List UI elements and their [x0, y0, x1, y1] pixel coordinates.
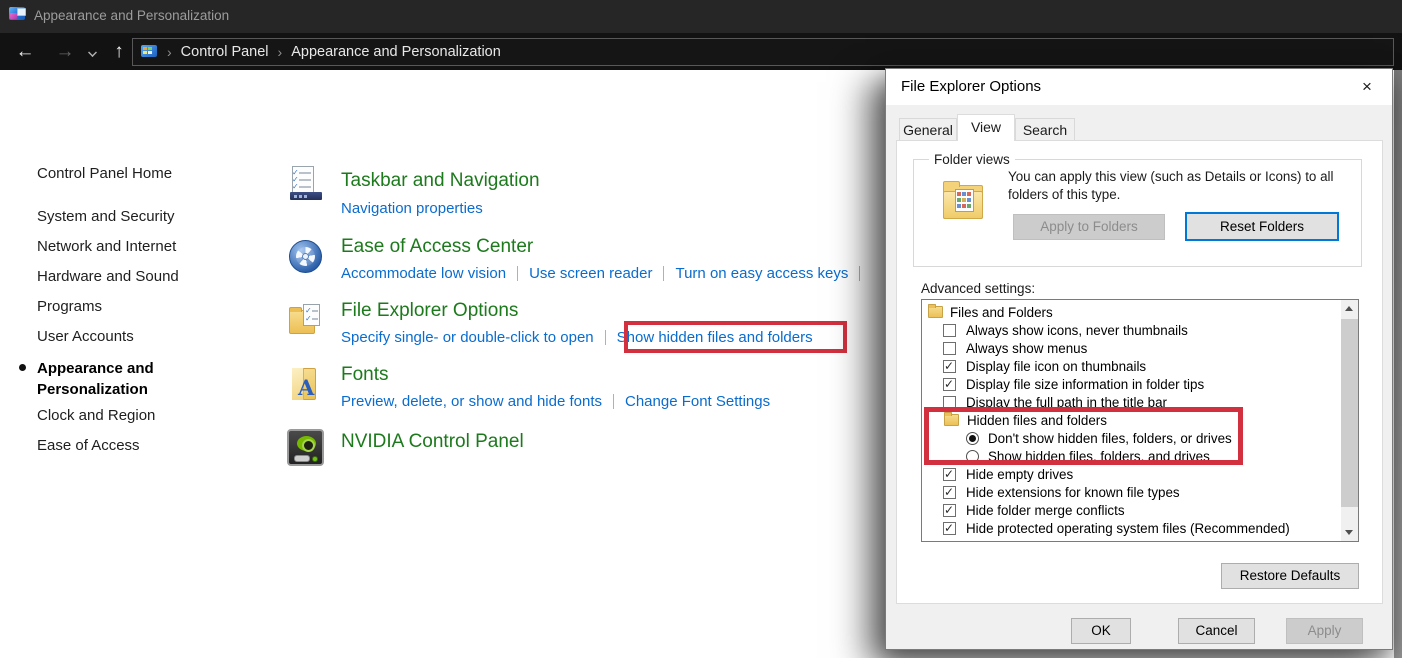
- link-divider: [517, 266, 518, 281]
- control-panel-icon: [141, 45, 158, 59]
- highlight-box-show-hidden-link: [624, 321, 847, 353]
- checkbox-checked[interactable]: ✓: [943, 378, 956, 391]
- ok-button[interactable]: OK: [1071, 618, 1131, 644]
- forward-icon[interactable]: →: [48, 33, 82, 70]
- list-item-display-file-size[interactable]: ✓ Display file size information in folde…: [922, 376, 1340, 394]
- scroll-down-icon[interactable]: [1341, 524, 1358, 541]
- sidebar-item-clock-and-region[interactable]: Clock and Region: [37, 407, 155, 424]
- list-scrollbar[interactable]: [1341, 300, 1358, 541]
- folder-views-label: Folder views: [929, 152, 1015, 167]
- tab-view[interactable]: View: [957, 114, 1015, 141]
- sidebar-item-network-and-internet[interactable]: Network and Internet: [37, 238, 176, 255]
- link-nvidia-control-panel[interactable]: NVIDIA Control Panel: [341, 431, 524, 453]
- link-taskbar-and-navigation[interactable]: Taskbar and Navigation: [341, 170, 540, 192]
- link-accommodate-low-vision[interactable]: Accommodate low vision: [341, 265, 506, 282]
- scroll-up-icon[interactable]: [1341, 300, 1358, 317]
- link-divider: [613, 394, 614, 409]
- tab-search[interactable]: Search: [1015, 118, 1075, 141]
- tab-general[interactable]: General: [899, 118, 957, 141]
- link-fonts[interactable]: Fonts: [341, 364, 389, 386]
- sidebar-item-appearance-and-personalization[interactable]: Appearance and Personalization: [37, 358, 187, 400]
- advanced-settings-label: Advanced settings:: [921, 281, 1035, 296]
- breadcrumb-separator: ›: [278, 44, 283, 60]
- window-titlebar: Appearance and Personalization: [0, 0, 1402, 33]
- sidebar-item-user-accounts[interactable]: User Accounts: [37, 328, 134, 345]
- apply-button[interactable]: Apply: [1286, 618, 1363, 644]
- link-ease-of-access-center[interactable]: Ease of Access Center: [341, 236, 533, 258]
- breadcrumb-current[interactable]: Appearance and Personalization: [291, 44, 501, 60]
- list-item-hide-folder-merge-conflicts[interactable]: ✓ Hide folder merge conflicts: [922, 502, 1340, 520]
- dialog-titlebar: File Explorer Options ×: [886, 69, 1392, 105]
- list-item-always-show-menus[interactable]: Always show menus: [922, 340, 1340, 358]
- link-turn-on-easy-access-keys[interactable]: Turn on easy access keys: [675, 265, 848, 282]
- highlight-box-hidden-files-section: [924, 407, 1243, 465]
- link-preview-delete-fonts[interactable]: Preview, delete, or show and hide fonts: [341, 393, 602, 410]
- breadcrumb-control-panel[interactable]: Control Panel: [181, 44, 269, 60]
- control-panel-window: Appearance and Personalization ← → ↑ › C…: [0, 0, 1402, 658]
- window-title: Appearance and Personalization: [34, 8, 229, 23]
- list-item-display-file-icon[interactable]: ✓ Display file icon on thumbnails: [922, 358, 1340, 376]
- checkbox-checked[interactable]: ✓: [943, 486, 956, 499]
- list-item-always-show-icons[interactable]: Always show icons, never thumbnails: [922, 322, 1340, 340]
- reset-folders-button[interactable]: Reset Folders: [1185, 212, 1339, 241]
- taskbar-icon: ✓ ✓ ✓: [290, 166, 322, 201]
- checkbox-checked[interactable]: ✓: [943, 360, 956, 373]
- checkbox-checked[interactable]: ✓: [943, 468, 956, 481]
- sidebar-item-ease-of-access[interactable]: Ease of Access: [37, 437, 140, 454]
- link-divider: [663, 266, 664, 281]
- link-navigation-properties[interactable]: Navigation properties: [341, 200, 483, 217]
- link-use-screen-reader[interactable]: Use screen reader: [529, 265, 652, 282]
- checkbox-checked[interactable]: ✓: [943, 504, 956, 517]
- sidebar-item-hardware-and-sound[interactable]: Hardware and Sound: [37, 268, 179, 285]
- fonts-icon: A: [290, 368, 322, 402]
- folder-views-description: You can apply this view (such as Details…: [1008, 168, 1360, 203]
- chevron-down-icon[interactable]: [88, 48, 97, 57]
- address-bar[interactable]: › Control Panel › Appearance and Persona…: [132, 38, 1394, 66]
- list-item-hide-extensions[interactable]: ✓ Hide extensions for known file types: [922, 484, 1340, 502]
- navigation-bar: ← → ↑ › Control Panel › Appearance and P…: [0, 33, 1402, 70]
- link-file-explorer-options[interactable]: File Explorer Options: [341, 300, 518, 322]
- sidebar-item-control-panel-home[interactable]: Control Panel Home: [37, 165, 172, 182]
- checkbox-unchecked[interactable]: [943, 342, 956, 355]
- file-explorer-options-icon: ✓ ✓: [289, 304, 322, 337]
- apply-to-folders-button[interactable]: Apply to Folders: [1013, 214, 1165, 240]
- breadcrumb-separator: ›: [167, 44, 172, 60]
- checkbox-checked[interactable]: ✓: [943, 522, 956, 535]
- link-divider: [605, 330, 606, 345]
- folder-view-icon: [941, 181, 987, 224]
- window-scrollbar[interactable]: [1394, 70, 1402, 658]
- link-change-font-settings[interactable]: Change Font Settings: [625, 393, 770, 410]
- restore-defaults-button[interactable]: Restore Defaults: [1221, 563, 1359, 589]
- file-explorer-options-dialog: File Explorer Options × General View Sea…: [885, 68, 1393, 650]
- folder-icon: [928, 306, 943, 318]
- up-icon[interactable]: ↑: [102, 33, 136, 70]
- dialog-title: File Explorer Options: [901, 78, 1041, 95]
- app-icon: [9, 7, 27, 23]
- sidebar-item-programs[interactable]: Programs: [37, 298, 102, 315]
- nvidia-icon: [287, 429, 324, 466]
- active-item-bullet: [19, 364, 26, 371]
- close-icon[interactable]: ×: [1348, 73, 1386, 101]
- link-specify-click-to-open[interactable]: Specify single- or double-click to open: [341, 329, 594, 346]
- cancel-button[interactable]: Cancel: [1178, 618, 1255, 644]
- scrollbar-thumb[interactable]: [1341, 319, 1358, 507]
- back-icon[interactable]: ←: [8, 33, 42, 70]
- list-item-hide-protected-os-files[interactable]: ✓ Hide protected operating system files …: [922, 520, 1340, 538]
- link-divider: [859, 266, 860, 281]
- sidebar-item-system-and-security[interactable]: System and Security: [37, 208, 175, 225]
- ease-of-access-icon: [289, 240, 322, 273]
- list-item-hide-empty-drives[interactable]: ✓ Hide empty drives: [922, 466, 1340, 484]
- checkbox-unchecked[interactable]: [943, 324, 956, 337]
- list-group-files-and-folders[interactable]: Files and Folders: [922, 304, 1340, 322]
